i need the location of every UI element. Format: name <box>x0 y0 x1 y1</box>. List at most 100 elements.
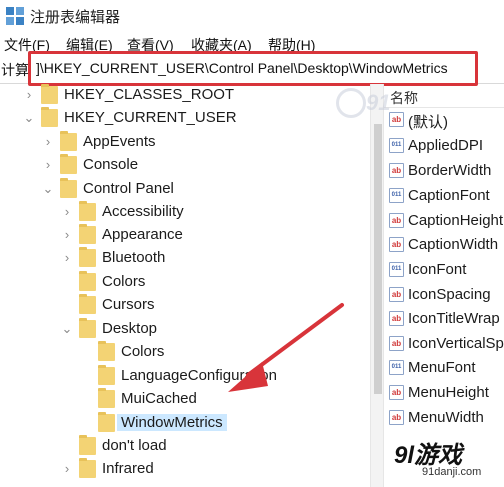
tree-node-label: Console <box>83 156 139 173</box>
folder-icon <box>79 224 96 244</box>
value-name: IconFont <box>408 261 467 278</box>
expand-icon[interactable]: › <box>60 462 74 476</box>
value-row-iconfont[interactable]: IconFont <box>384 258 504 282</box>
value-name: IconSpacing <box>408 286 491 303</box>
tree-node-appearance[interactable]: › Appearance <box>0 224 370 247</box>
tree-node-label: Colors <box>102 273 146 290</box>
string-value-icon <box>389 287 404 302</box>
expand-icon[interactable]: › <box>60 205 74 219</box>
binary-value-icon <box>389 262 404 277</box>
folder-icon <box>79 435 96 455</box>
value-name: MenuHeight <box>408 384 489 401</box>
tree-node-label: LanguageConfiguration <box>121 367 277 384</box>
address-prefix: 计算 <box>1 62 29 78</box>
expand-icon[interactable]: › <box>60 251 74 265</box>
expand-icon[interactable]: › <box>41 135 55 149</box>
watermark-logo: 9l游戏 <box>394 442 463 469</box>
tree-node-label: HKEY_CLASSES_ROOT <box>64 86 235 103</box>
tree-node-accessibility[interactable]: › Accessibility <box>0 201 370 224</box>
string-value-icon <box>389 213 404 228</box>
collapse-icon[interactable]: ⌄ <box>41 182 55 196</box>
tree-node-control-panel[interactable]: ⌄ Control Panel <box>0 178 370 201</box>
value-row-captionwidth[interactable]: CaptionWidth <box>384 233 504 257</box>
tree-node-hkcr[interactable]: › HKEY_CLASSES_ROOT <box>0 84 370 107</box>
expand-icon[interactable]: › <box>60 228 74 242</box>
value-row-borderwidth[interactable]: BorderWidth <box>384 159 504 183</box>
folder-icon <box>79 318 96 338</box>
value-row-menufont[interactable]: MenuFont <box>384 356 504 380</box>
value-row-menuheight[interactable]: MenuHeight <box>384 381 504 405</box>
expand-icon[interactable]: › <box>22 88 36 102</box>
expand-icon[interactable]: › <box>41 158 55 172</box>
folder-icon <box>79 271 96 291</box>
tree-node-desktop[interactable]: ⌄ Desktop <box>0 318 370 341</box>
title-bar: 注册表编辑器 <box>0 0 504 32</box>
tree-node-label: Bluetooth <box>102 249 166 266</box>
tree-node-label: AppEvents <box>83 133 156 150</box>
tree-node-label: don't load <box>102 437 167 454</box>
window-title: 注册表编辑器 <box>30 9 121 26</box>
value-row-applieddpi[interactable]: AppliedDPI <box>384 134 504 158</box>
collapse-icon[interactable]: ⌄ <box>60 322 74 336</box>
tree-node-hkcu[interactable]: ⌄ HKEY_CURRENT_USER <box>0 107 370 130</box>
tree-node-windowmetrics[interactable]: WindowMetrics <box>0 412 370 435</box>
value-name: BorderWidth <box>408 162 492 179</box>
tree-node-infrared[interactable]: › Infrared <box>0 458 370 481</box>
tree-node-label: WindowMetrics <box>117 414 227 431</box>
scrollbar-thumb[interactable] <box>374 124 382 394</box>
folder-icon <box>41 107 58 127</box>
folder-icon <box>79 294 96 314</box>
tree-node-console[interactable]: › Console <box>0 154 370 177</box>
tree-node-colors[interactable]: Colors <box>0 271 370 294</box>
folder-icon <box>98 412 115 432</box>
value-row-captionfont[interactable]: CaptionFont <box>384 184 504 208</box>
value-row-iconverticalspacing[interactable]: IconVerticalSp <box>384 332 504 356</box>
string-value-icon <box>389 410 404 425</box>
watermark-top: 91 <box>336 86 436 120</box>
tree-node-label: MuiCached <box>121 390 197 407</box>
collapse-icon[interactable]: ⌄ <box>22 111 36 125</box>
folder-icon <box>98 365 115 385</box>
folder-icon <box>60 178 77 198</box>
values-pane[interactable]: 名称 (默认) AppliedDPI BorderWidth CaptionFo… <box>384 84 504 487</box>
string-value-icon <box>389 311 404 326</box>
tree-node-desktop-colors[interactable]: Colors <box>0 341 370 364</box>
tree-node-label: Colors <box>121 343 165 360</box>
binary-value-icon <box>389 360 404 375</box>
folder-icon <box>79 458 96 478</box>
value-name: CaptionHeight <box>408 212 504 229</box>
pane-splitter-scrollbar[interactable] <box>370 84 384 487</box>
registry-editor-icon <box>6 7 24 25</box>
string-value-icon <box>389 237 404 252</box>
watermark-ring-icon <box>336 88 366 118</box>
value-row-menuwidth[interactable]: MenuWidth <box>384 406 504 430</box>
tree-node-languageconfiguration[interactable]: LanguageConfiguration <box>0 365 370 388</box>
tree-node-cursors[interactable]: Cursors <box>0 294 370 317</box>
tree-node-appevents[interactable]: › AppEvents <box>0 131 370 154</box>
tree-node-label: HKEY_CURRENT_USER <box>64 109 237 126</box>
tree-node-muicached[interactable]: MuiCached <box>0 388 370 411</box>
key-tree-pane[interactable]: › HKEY_CLASSES_ROOT ⌄ HKEY_CURRENT_USER … <box>0 84 370 487</box>
folder-icon <box>98 341 115 361</box>
value-name: MenuFont <box>408 359 476 376</box>
tree-node-dont-load[interactable]: don't load <box>0 435 370 458</box>
binary-value-icon <box>389 138 404 153</box>
value-row-captionheight[interactable]: CaptionHeight <box>384 209 504 233</box>
watermark-url: 91danji.com <box>422 466 482 478</box>
tree-node-label: Infrared <box>102 460 154 477</box>
folder-icon <box>79 201 96 221</box>
tree-node-bluetooth[interactable]: › Bluetooth <box>0 247 370 270</box>
string-value-icon <box>389 163 404 178</box>
folder-icon <box>98 388 115 408</box>
value-row-icontitlewrap[interactable]: IconTitleWrap <box>384 307 504 331</box>
watermark-bottom: 9l游戏 91danji.com <box>386 431 504 487</box>
address-highlight-box <box>28 51 478 86</box>
watermark-top-logo: 91 <box>366 90 391 115</box>
value-row-iconspacing[interactable]: IconSpacing <box>384 283 504 307</box>
tree-node-label: Appearance <box>102 226 183 243</box>
folder-icon <box>79 247 96 267</box>
folder-icon <box>60 131 77 151</box>
tree-node-label: Desktop <box>102 320 158 337</box>
tree-node-label: Control Panel <box>83 180 174 197</box>
value-name: CaptionWidth <box>408 236 499 253</box>
